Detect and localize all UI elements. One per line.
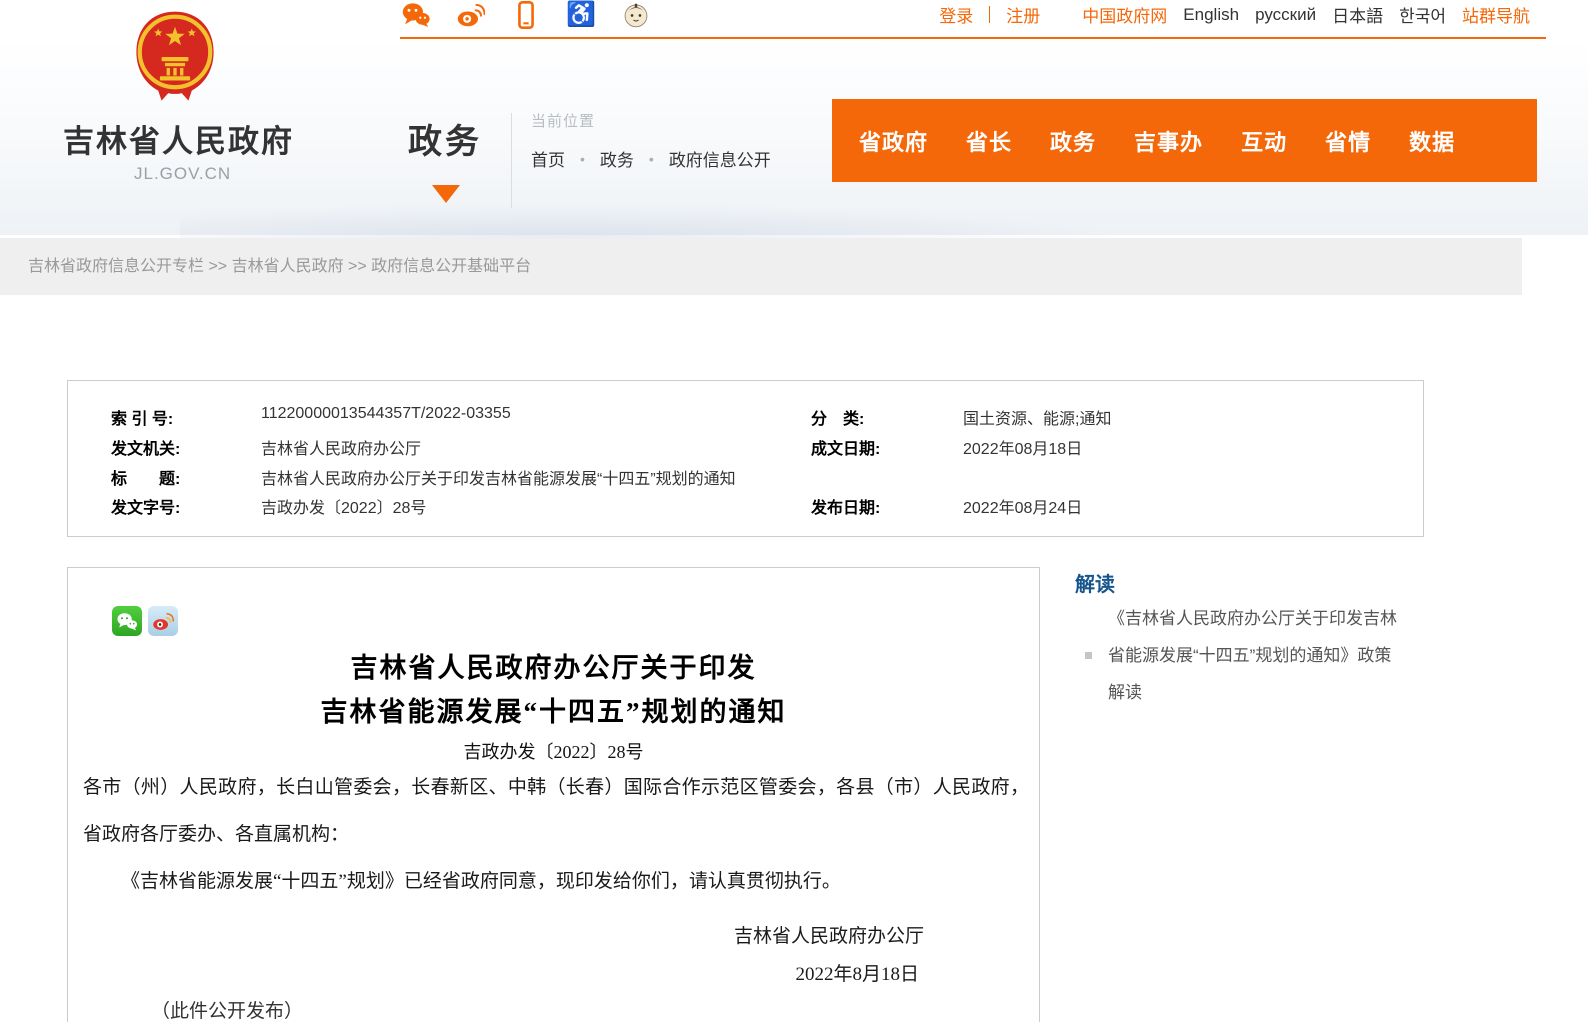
meta-category-value: 国土资源、能源;通知	[963, 405, 1111, 429]
document-signature: 吉林省人民政府办公厅	[734, 921, 924, 948]
nav-item-interaction[interactable]: 互动	[1241, 125, 1287, 157]
caret-down-icon	[432, 185, 460, 203]
meta-publish-date-value: 2022年08月24日	[963, 494, 1082, 518]
breadcrumb: 首页 • 政务 • 政府信息公开	[531, 146, 771, 171]
meta-issuing-org-label: 发文机关:	[111, 435, 180, 459]
meta-publish-date-label: 发布日期:	[811, 494, 880, 518]
lang-russian-link[interactable]: русский	[1255, 5, 1316, 25]
breadcrumb-separator: •	[580, 151, 585, 167]
main-nav: 省政府 省长 政务 吉事办 互动 省情 数据	[832, 99, 1537, 182]
nav-item-jishiban[interactable]: 吉事办	[1134, 125, 1203, 157]
meta-index-value: 11220000013544357T/2022-03355	[261, 405, 511, 423]
register-link[interactable]: 注册	[1006, 2, 1040, 27]
lang-japanese-link[interactable]: 日本語	[1332, 2, 1383, 27]
square-bullet-icon	[1085, 652, 1092, 659]
document-share-icons	[112, 606, 178, 636]
document-content-panel: 吉林省人民政府办公厅关于印发 吉林省能源发展“十四五”规划的通知 吉政办发〔20…	[67, 567, 1040, 1022]
meta-issuing-org-value: 吉林省人民政府办公厅	[261, 435, 421, 459]
section-title: 政务	[408, 114, 482, 163]
weibo-share-icon[interactable]	[148, 606, 178, 636]
china-gov-link[interactable]: 中国政府网	[1082, 2, 1167, 27]
topbar-divider	[989, 6, 990, 23]
child-version-icon[interactable]	[622, 1, 650, 29]
site-domain: JL.GOV.CN	[134, 164, 231, 184]
document-number: 吉政办发〔2022〕28号	[68, 738, 1039, 764]
document-signature-date: 2022年8月18日	[795, 959, 919, 986]
login-link[interactable]: 登录	[939, 2, 973, 27]
document-metadata-table: 索 引 号: 11220000013544357T/2022-03355 分 类…	[67, 380, 1424, 537]
document-title-line2: 吉林省能源发展“十四五”规划的通知	[68, 690, 1039, 729]
wechat-share-icon[interactable]	[112, 606, 142, 636]
meta-written-date-label: 成文日期:	[811, 435, 880, 459]
platform-breadcrumb-bar: 吉林省政府信息公开专栏 >> 吉林省人民政府 >> 政府信息公开基础平台	[0, 238, 1522, 295]
breadcrumb-home[interactable]: 首页	[531, 146, 565, 171]
nav-item-province-profile[interactable]: 省情	[1325, 125, 1371, 157]
accessibility-icon[interactable]: ♿	[567, 1, 595, 29]
interpretation-link-text[interactable]: 《吉林省人民政府办公厅关于印发吉林省能源发展“十四五”规划的通知》政策解读	[1108, 600, 1408, 711]
meta-index-label: 索 引 号:	[111, 405, 173, 429]
header-divider	[511, 113, 512, 208]
nav-item-data[interactable]: 数据	[1409, 125, 1455, 157]
page: ♿ 登录 注册 中国政府网 English русский 日本語 한국어 站群…	[0, 0, 1588, 1022]
topbar-share-icons: ♿	[402, 0, 650, 30]
breadcrumb-zhengwu[interactable]: 政务	[600, 146, 634, 171]
breadcrumb-separator: •	[649, 151, 654, 167]
document-footnote: （此件公开发布）	[151, 996, 303, 1022]
lang-english-link[interactable]: English	[1183, 5, 1239, 25]
weibo-icon[interactable]	[457, 1, 485, 29]
topbar-links: 登录 注册 中国政府网 English русский 日本語 한국어 站群导航	[939, 2, 1530, 27]
site-group-nav-link[interactable]: 站群导航	[1462, 2, 1530, 27]
document-paragraph-notice: 《吉林省能源发展“十四五”规划》已经省政府同意，现印发给你们，请认真贯彻执行。	[83, 858, 1029, 905]
interpretation-link-item[interactable]: 《吉林省人民政府办公厅关于印发吉林省能源发展“十四五”规划的通知》政策解读	[1085, 600, 1425, 711]
meta-title-value: 吉林省人民政府办公厅关于印发吉林省能源发展“十四五”规划的通知	[261, 465, 736, 489]
meta-category-label: 分 类:	[811, 405, 864, 429]
wechat-icon[interactable]	[402, 1, 430, 29]
nav-item-provincial-government[interactable]: 省政府	[859, 125, 928, 157]
current-location-label: 当前位置	[531, 110, 595, 131]
nav-item-government-affairs[interactable]: 政务	[1050, 125, 1096, 157]
interpretation-heading: 解读	[1075, 568, 1115, 597]
lang-korean-link[interactable]: 한국어	[1399, 2, 1446, 27]
nav-item-governor[interactable]: 省长	[966, 125, 1012, 157]
meta-written-date-value: 2022年08月18日	[963, 435, 1082, 459]
national-emblem-logo[interactable]	[133, 10, 217, 104]
meta-docno-value: 吉政办发〔2022〕28号	[261, 494, 426, 518]
breadcrumb-info-disclosure[interactable]: 政府信息公开	[669, 146, 771, 171]
site-name[interactable]: 吉林省人民政府	[63, 116, 294, 161]
platform-breadcrumb-text[interactable]: 吉林省政府信息公开专栏 >> 吉林省人民政府 >> 政府信息公开基础平台	[28, 238, 531, 295]
document-title-line1: 吉林省人民政府办公厅关于印发	[68, 646, 1039, 685]
mobile-icon[interactable]	[512, 1, 540, 29]
document-paragraph-addressees: 各市（州）人民政府，长白山管委会，长春新区、中韩（长春）国际合作示范区管委会，各…	[83, 764, 1029, 858]
document-body: 各市（州）人民政府，长白山管委会，长春新区、中韩（长春）国际合作示范区管委会，各…	[83, 764, 1029, 905]
meta-title-label: 标 题:	[111, 465, 180, 489]
meta-docno-label: 发文字号:	[111, 494, 180, 518]
